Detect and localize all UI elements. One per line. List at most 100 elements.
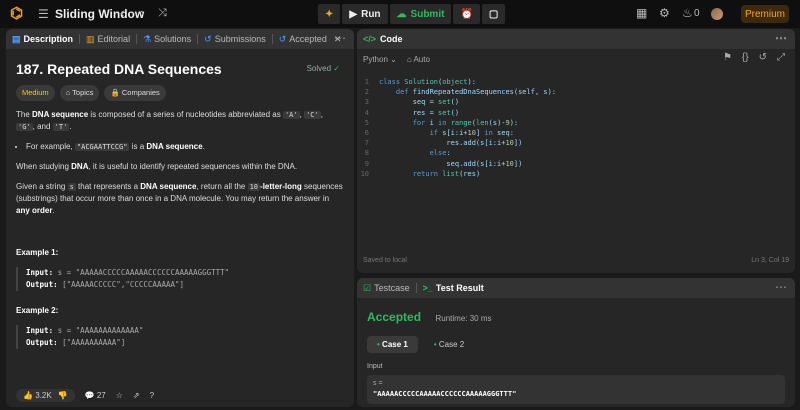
book-icon: ▥ xyxy=(86,33,95,44)
settings-gear-icon[interactable]: ⚙ xyxy=(659,6,670,20)
line-number: 9 xyxy=(364,159,369,168)
tab-label: Editorial xyxy=(97,34,131,44)
code-line: 1 class Solution(object): xyxy=(357,77,795,87)
input-box: s = "AAAAACCCCCAAAAACCCCCCAAAAAGGGTTT" xyxy=(367,375,785,404)
cursor-position: Ln 3, Col 19 xyxy=(751,257,789,264)
paragraph-2: When studying DNA, it is useful to ident… xyxy=(16,162,298,171)
problem-content: 187. Repeated DNA Sequences Medium ⌂ Top… xyxy=(6,49,354,361)
notes-button[interactable]: ▢ xyxy=(481,4,506,24)
tab-label: Description xyxy=(23,34,74,44)
editor-status-bar: Saved to local Ln 3, Col 19 xyxy=(357,257,795,273)
prev-arrow-icon[interactable]: ‹ xyxy=(120,5,124,20)
more-options-icon[interactable]: ⋯ xyxy=(775,280,787,294)
shuffle-icon[interactable]: ⤨ xyxy=(158,7,167,20)
code-text: for i in range(len(s)-9): xyxy=(412,118,519,127)
topics-button[interactable]: ⌂ Topics xyxy=(59,85,100,101)
example-2: Input: s = "AAAAAAAAAAAAA" Output: ["AAA… xyxy=(16,325,344,349)
example-1-heading: Example 1: xyxy=(16,248,59,257)
line-number: 8 xyxy=(364,149,369,158)
code-text: return list(res) xyxy=(412,169,481,178)
code-line: 4 res = set() xyxy=(357,108,795,118)
checkbox-icon: ☑ xyxy=(363,282,372,293)
note-icon: ▢ xyxy=(488,8,499,20)
bug-icon: ✦ xyxy=(325,8,334,20)
description-tabs: ▤ Description ▥ Editorial ⚗ Solutions ↺ Subm… xyxy=(6,29,354,49)
line-number: 2 xyxy=(364,88,369,97)
cloud-upload-icon: ☁ xyxy=(396,8,407,20)
tab-solutions[interactable]: ⚗ Solutions xyxy=(137,29,197,49)
debug-button[interactable]: ✦ xyxy=(318,4,341,24)
history-icon: ↺ xyxy=(278,33,287,44)
check-circle-icon: ✓ xyxy=(333,64,340,73)
next-arrow-icon[interactable]: › xyxy=(140,5,144,20)
layout-icon[interactable]: ▦ xyxy=(636,6,647,20)
avatar[interactable] xyxy=(711,8,723,20)
favorite-star-icon[interactable]: ☆ xyxy=(116,391,123,400)
runtime: Runtime: 30 ms xyxy=(435,314,492,323)
auto-toggle[interactable]: ⌂ Auto xyxy=(407,55,430,64)
problem-title[interactable]: 187. Repeated DNA Sequences xyxy=(16,62,344,76)
code-line: 7 res.add(s[i:i+10]) xyxy=(357,138,795,148)
code-text: res.add(s[i:i+10]) xyxy=(379,139,523,148)
flask-icon: ⚗ xyxy=(143,33,152,44)
language-select[interactable]: Python ⌄ xyxy=(363,55,397,64)
case-2-tab[interactable]: • Case 2 xyxy=(424,336,474,353)
code-editor[interactable]: 1 class Solution(object): 2 def findRepeat… xyxy=(357,69,795,249)
dislike-button[interactable]: 👎 xyxy=(58,391,68,400)
thumbs-down-icon: 👎 xyxy=(57,390,68,400)
play-icon: ▶ xyxy=(349,8,358,20)
code-panel: </> Code ⋯ Python ⌄ ⌂ Auto ⚑ {} ↺ ⤢ 1 clas… xyxy=(357,29,795,273)
line-number: 6 xyxy=(364,128,369,137)
line-number: 3 xyxy=(364,98,369,107)
run-controls: ✦ ▶ Run ☁ Submit ⏰ ▢ xyxy=(318,4,506,24)
submit-button[interactable]: ☁ Submit xyxy=(389,4,452,24)
streak-fire-icon[interactable]: ♨ xyxy=(682,6,693,20)
result-status: Accepted xyxy=(367,310,422,324)
tab-submissions[interactable]: ↺ Submissions xyxy=(198,29,272,49)
example-bullet: For example, "ACGAATTCCG" is a DNA seque… xyxy=(16,141,344,153)
more-options-icon[interactable]: ⋯ xyxy=(334,31,346,45)
fullscreen-icon[interactable]: ⤢ xyxy=(777,52,785,63)
code-line: 3 seq = set() xyxy=(357,97,795,107)
code-header: </> Code ⋯ xyxy=(357,29,795,49)
code-text: res = set() xyxy=(379,108,460,117)
line-number: 4 xyxy=(364,108,369,117)
code-line: 8 else: xyxy=(357,148,795,158)
tab-editorial[interactable]: ▥ Editorial xyxy=(80,29,136,49)
test-panel: ☑ Testcase >_ Test Result ⋯ Accepted Runti… xyxy=(357,278,795,407)
timer-button[interactable]: ⏰ xyxy=(453,4,480,24)
reset-icon[interactable]: ↺ xyxy=(759,52,767,63)
code-line: 10 return list(res) xyxy=(357,169,795,179)
logo-icon[interactable]: ⌬ xyxy=(10,6,26,22)
like-button[interactable]: 👍 3.2K xyxy=(23,391,52,400)
tab-testcase[interactable]: ☑ Testcase xyxy=(357,278,416,298)
tab-label: Submissions xyxy=(214,34,266,44)
line-number: 5 xyxy=(364,118,369,127)
comments-button[interactable]: 💬 27 xyxy=(85,391,106,400)
line-number: 1 xyxy=(364,78,369,86)
comment-icon: 💬 xyxy=(84,390,95,400)
premium-button[interactable]: Premium xyxy=(741,5,789,23)
tab-test-result[interactable]: >_ Test Result xyxy=(417,278,490,298)
tag-row: Medium ⌂ Topics 🔒 Companies xyxy=(16,85,344,101)
run-button[interactable]: ▶ Run xyxy=(342,4,388,24)
difficulty-badge: Medium xyxy=(16,85,55,101)
tab-label: Accepted xyxy=(289,34,327,44)
share-icon[interactable]: ⇗ xyxy=(133,391,140,400)
companies-button[interactable]: 🔒 Companies xyxy=(104,85,166,101)
var-label: s = xyxy=(373,380,383,387)
braces-icon[interactable]: {} xyxy=(742,52,749,63)
bookmark-icon[interactable]: ⚑ xyxy=(723,52,732,63)
problem-list-title[interactable]: Sliding Window xyxy=(55,7,144,21)
problem-list-icon[interactable]: ☰ xyxy=(38,7,52,21)
more-options-icon[interactable]: ⋯ xyxy=(775,31,787,45)
code-text: class Solution(object): xyxy=(379,78,476,86)
paragraph-1: The DNA sequence is composed of a series… xyxy=(16,110,323,131)
test-tabs: ☑ Testcase >_ Test Result ⋯ xyxy=(357,278,795,298)
top-bar: ⌬ ☰ Sliding Window ‹ › ⤨ ✦ ▶ Run ☁ Submit … xyxy=(0,0,800,28)
case-1-tab[interactable]: • Case 1 xyxy=(367,336,418,353)
paragraph-3: Given a string s that represents a DNA s… xyxy=(16,182,343,215)
tab-description[interactable]: ▤ Description xyxy=(6,29,79,49)
lock-icon: ⌂ xyxy=(406,54,412,64)
help-icon[interactable]: ? xyxy=(150,391,154,400)
